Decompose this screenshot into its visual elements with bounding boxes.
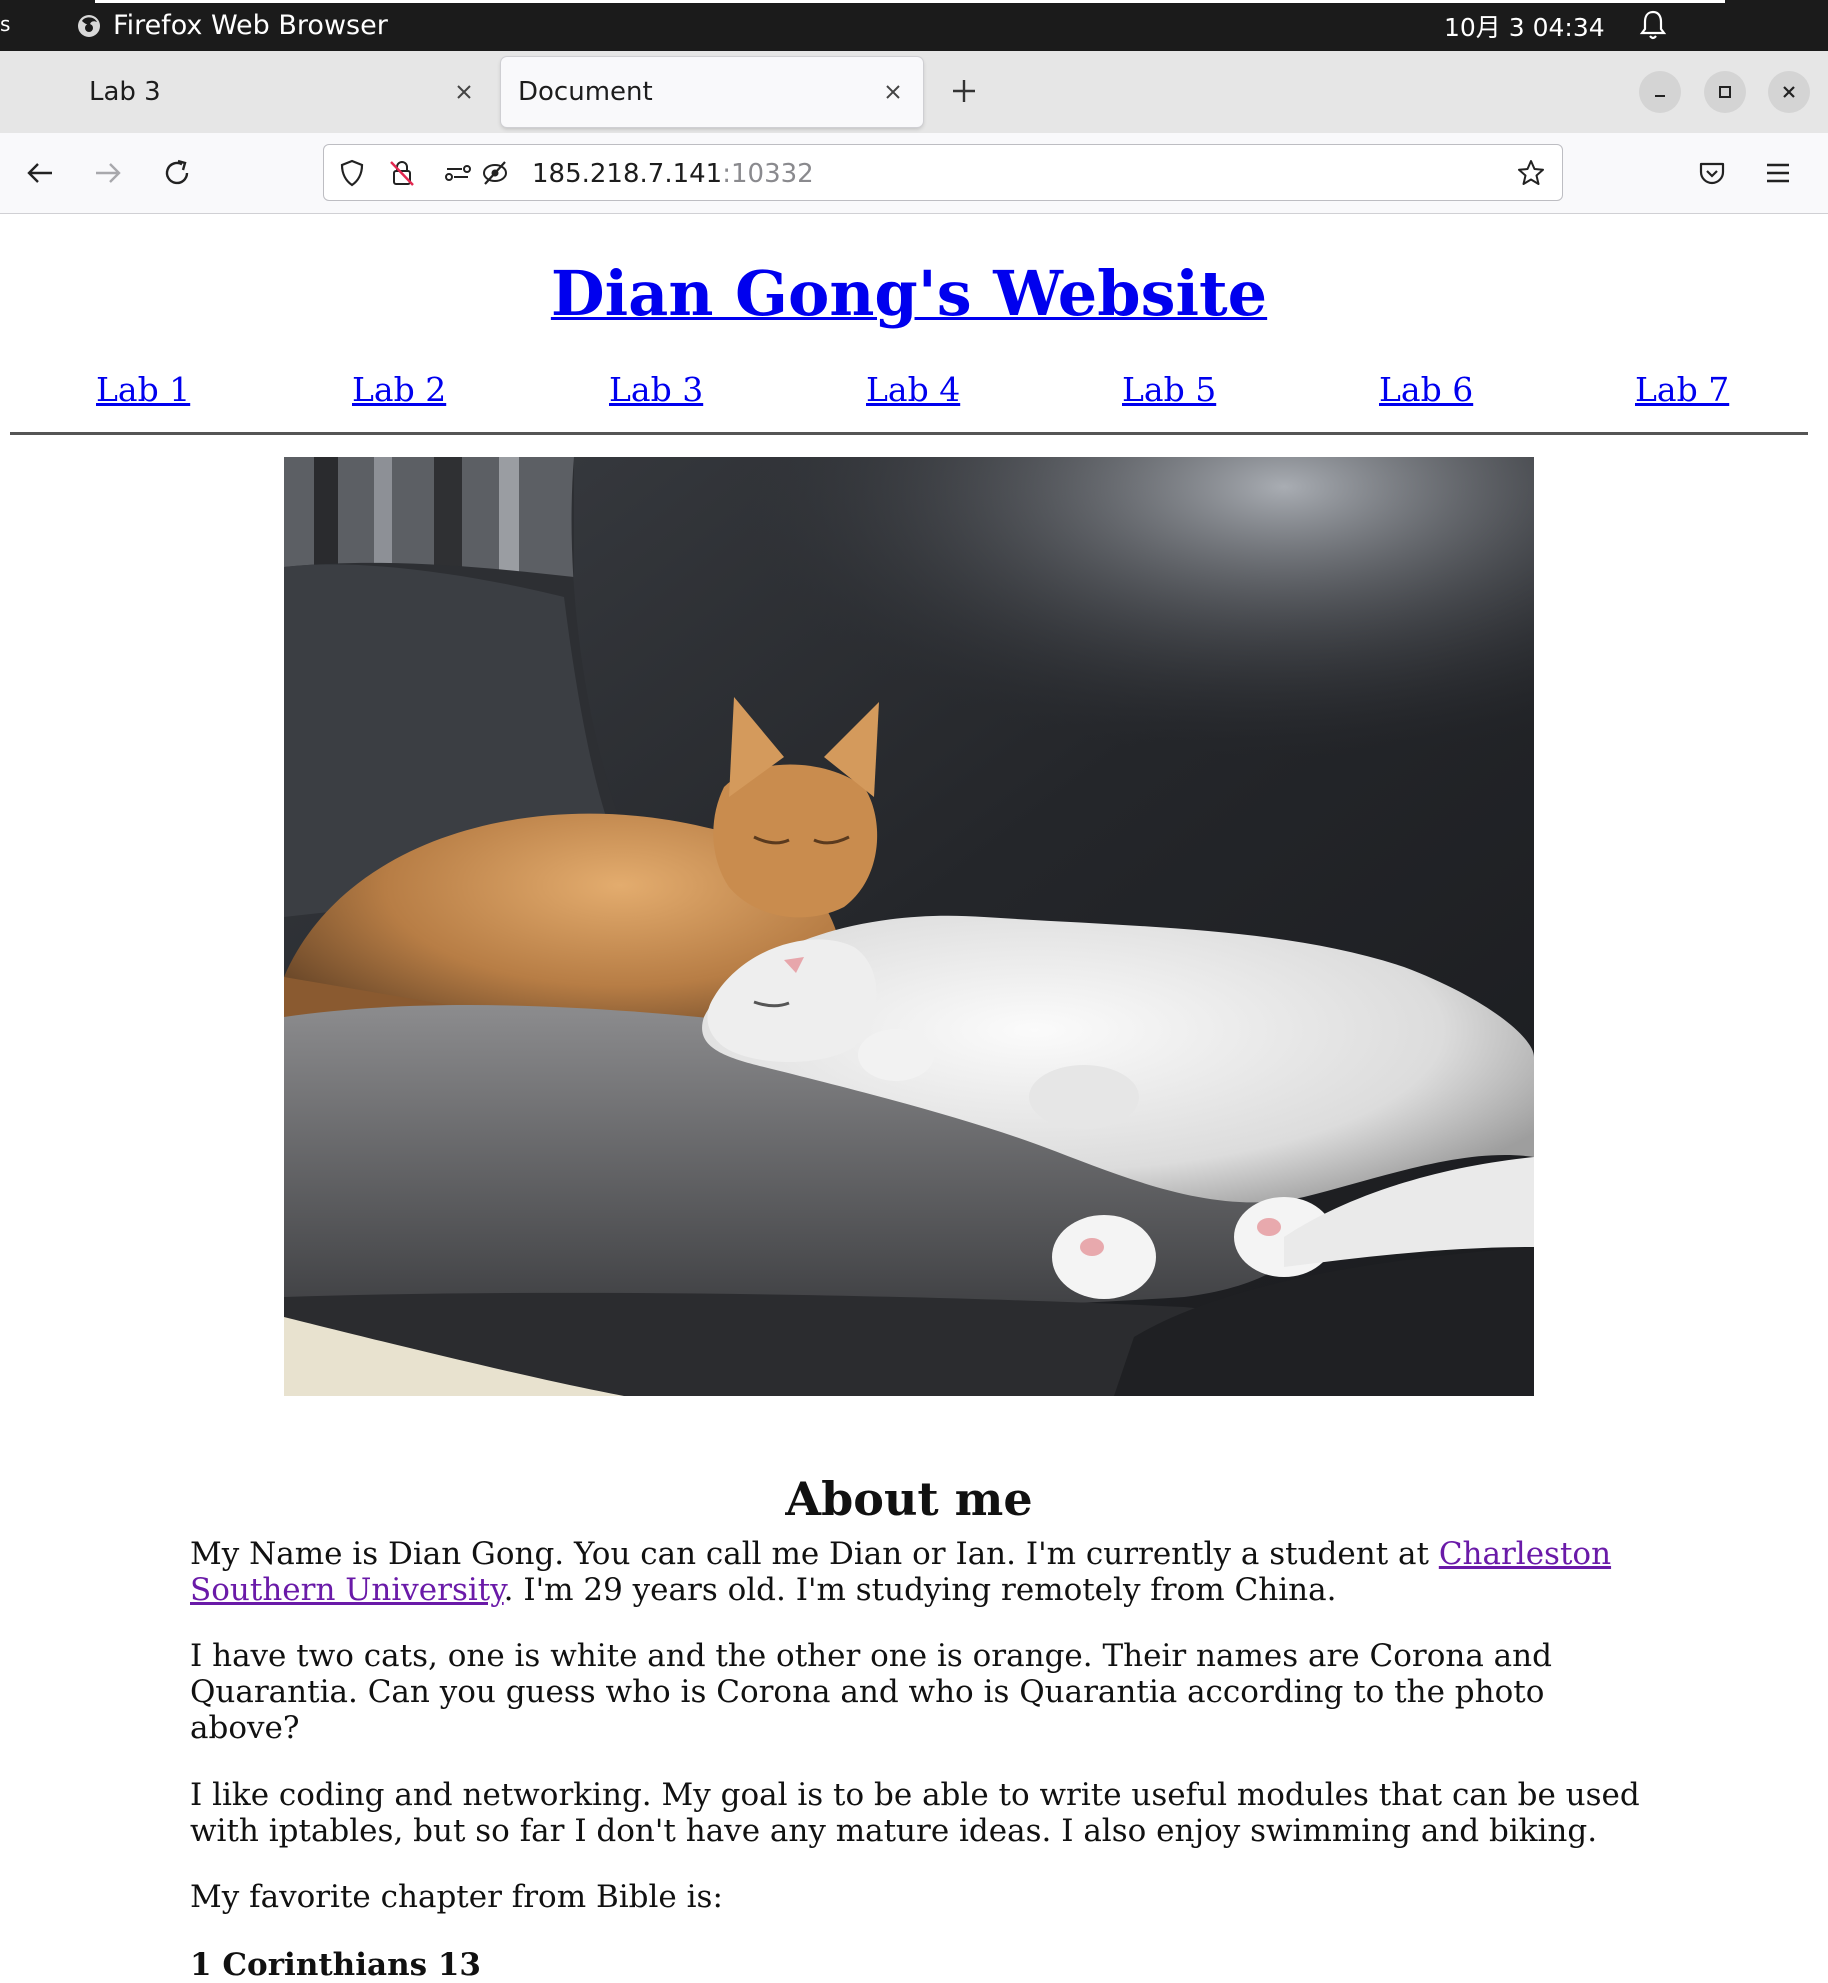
nav-divider xyxy=(10,432,1808,435)
hamburger-menu-icon[interactable] xyxy=(1756,151,1800,195)
nav-link-lab-3[interactable]: Lab 3 xyxy=(609,370,703,409)
clock[interactable]: 10月 3 04:34 xyxy=(1444,0,1605,51)
system-top-bar: s Firefox Web Browser 10月 3 04:34 xyxy=(0,0,1828,51)
url-port: :10332 xyxy=(722,158,814,189)
app-name: Firefox Web Browser xyxy=(113,10,388,41)
about-paragraph-4: My favorite chapter from Bible is: xyxy=(190,1879,723,1915)
close-icon[interactable] xyxy=(879,78,907,106)
nav-link-lab-2[interactable]: Lab 2 xyxy=(352,370,446,409)
maximize-button[interactable] xyxy=(1704,71,1746,113)
reload-icon[interactable] xyxy=(155,151,199,195)
tracking-protection-shield-icon[interactable] xyxy=(337,158,367,188)
nav-link-lab-1[interactable]: Lab 1 xyxy=(96,370,190,409)
navigation-toolbar: 185.218.7.141:10332 xyxy=(0,133,1828,214)
nav-link-lab-5[interactable]: Lab 5 xyxy=(1122,370,1216,409)
lab-nav: Lab 1 Lab 2 Lab 3 Lab 4 Lab 5 Lab 6 Lab … xyxy=(0,370,1828,420)
bible-chapter-heading: 1 Corinthians 13 xyxy=(190,1947,482,1983)
cats-photo xyxy=(284,457,1534,1396)
nav-link-lab-7[interactable]: Lab 7 xyxy=(1635,370,1729,409)
bookmark-star-icon[interactable] xyxy=(1516,158,1546,188)
tab-lab-3[interactable]: Lab 3 xyxy=(0,57,496,127)
firefox-icon xyxy=(78,14,100,37)
forward-arrow-icon[interactable] xyxy=(86,151,130,195)
app-menu[interactable]: Firefox Web Browser xyxy=(76,0,388,51)
url-bar[interactable]: 185.218.7.141:10332 xyxy=(323,144,1563,201)
site-title-link[interactable]: Dian Gong's Website xyxy=(551,257,1267,330)
p1-text-before: My Name is Dian Gong. You can call me Di… xyxy=(190,1536,1439,1572)
about-paragraph-3: I like coding and networking. My goal is… xyxy=(190,1777,1640,1849)
permissions-icon[interactable] xyxy=(442,158,478,188)
p1-text-after: . I'm 29 years old. I'm studying remotel… xyxy=(503,1572,1337,1608)
activities-edge[interactable]: s xyxy=(0,12,10,36)
plus-icon[interactable] xyxy=(944,71,984,111)
bell-icon[interactable] xyxy=(1638,8,1668,42)
page-content: Dian Gong's Website Lab 1 Lab 2 Lab 3 La… xyxy=(0,214,1828,1983)
close-icon[interactable] xyxy=(450,78,478,106)
page-title: Dian Gong's Website xyxy=(0,254,1818,334)
nav-link-lab-6[interactable]: Lab 6 xyxy=(1379,370,1473,409)
tab-label: Lab 3 xyxy=(89,77,161,107)
pocket-icon[interactable] xyxy=(1690,151,1734,195)
tracking-blocked-icon[interactable] xyxy=(480,158,510,188)
url-text[interactable]: 185.218.7.141:10332 xyxy=(532,145,814,202)
insecure-connection-icon[interactable] xyxy=(387,158,417,188)
tab-document[interactable]: Document xyxy=(501,57,923,127)
window-close-button[interactable] xyxy=(1768,71,1810,113)
about-paragraph-1: My Name is Dian Gong. You can call me Di… xyxy=(190,1536,1640,1608)
back-arrow-icon[interactable] xyxy=(18,151,62,195)
tab-strip: Lab 3 Document xyxy=(0,51,1828,133)
about-heading: About me xyxy=(785,1472,1033,1526)
about-paragraph-2: I have two cats, one is white and the ot… xyxy=(190,1638,1552,1746)
minimize-button[interactable] xyxy=(1639,71,1681,113)
tab-label: Document xyxy=(518,77,653,107)
url-host: 185.218.7.141 xyxy=(532,158,723,189)
nav-link-lab-4[interactable]: Lab 4 xyxy=(866,370,960,409)
